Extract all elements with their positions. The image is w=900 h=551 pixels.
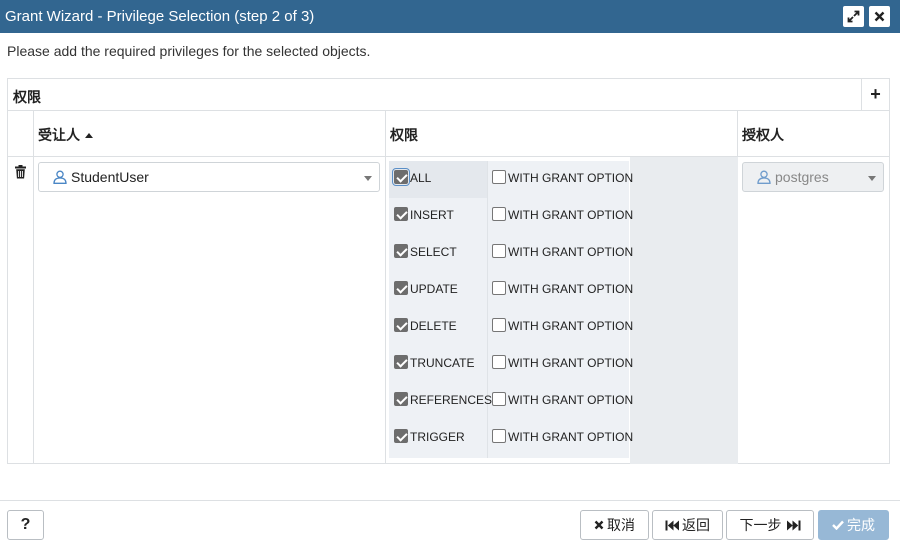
x-icon: [594, 520, 604, 530]
grant-option-label: WITH GRANT OPTION: [508, 430, 634, 444]
chevron-down-icon: [868, 176, 876, 181]
chevron-down-icon: [364, 176, 372, 181]
backward-icon: [665, 520, 679, 530]
trash-icon[interactable]: [14, 165, 27, 179]
grant-option-checkbox-trigger[interactable]: [492, 429, 506, 443]
grant-option-label: WITH GRANT OPTION: [508, 171, 634, 185]
column-header-grantor[interactable]: 授权人: [738, 111, 889, 157]
grant-option-label: WITH GRANT OPTION: [508, 356, 634, 370]
privilege-checkbox-all[interactable]: [392, 168, 410, 186]
grant-option-label: WITH GRANT OPTION: [508, 319, 634, 333]
grant-option-checkbox-references[interactable]: [492, 392, 506, 406]
forward-icon: [786, 520, 800, 530]
privilege-label: ALL: [410, 171, 432, 185]
next-label: 下一步: [739, 517, 782, 533]
back-label: 返回: [682, 517, 710, 533]
grantor-select: postgres: [742, 162, 884, 192]
cancel-button[interactable]: 取消: [580, 510, 649, 540]
grantee-value: StudentUser: [71, 169, 149, 185]
grant-option-checkbox-all[interactable]: [492, 170, 506, 184]
grant-option-checkbox-truncate[interactable]: [492, 355, 506, 369]
column-header-privileges[interactable]: 权限: [386, 111, 738, 157]
privilege-checkbox-delete[interactable]: [394, 318, 408, 332]
privileges-cell-filler: [630, 157, 738, 464]
privilege-label: INSERT: [410, 208, 454, 222]
user-icon: [757, 170, 771, 184]
privilege-label: TRUNCATE: [410, 356, 475, 370]
grantor-value: postgres: [775, 169, 829, 185]
dialog-title: Grant Wizard - Privilege Selection (step…: [5, 8, 315, 25]
sort-asc-icon: [85, 133, 93, 138]
dialog-titlebar: Grant Wizard - Privilege Selection (step…: [0, 0, 900, 33]
grant-option-checkbox-select[interactable]: [492, 244, 506, 258]
user-icon: [53, 170, 67, 184]
grant-option-checkbox-update[interactable]: [492, 281, 506, 295]
instruction-text: Please add the required privileges for t…: [7, 43, 371, 59]
privilege-label: UPDATE: [410, 282, 458, 296]
privilege-checkbox-select[interactable]: [394, 244, 408, 258]
check-icon: [832, 520, 844, 530]
back-button[interactable]: 返回: [652, 510, 723, 540]
expand-icon: [847, 10, 860, 23]
help-label: ?: [20, 516, 31, 533]
grant-option-label: WITH GRANT OPTION: [508, 393, 634, 407]
expand-button[interactable]: [843, 6, 864, 27]
privilege-checkbox-insert[interactable]: [394, 207, 408, 221]
grant-option-label: WITH GRANT OPTION: [508, 245, 634, 259]
finish-label: 完成: [847, 517, 875, 533]
privilege-column-separator: [487, 161, 488, 458]
footer-divider: [0, 500, 900, 501]
grant-option-checkbox-insert[interactable]: [492, 207, 506, 221]
column-header-delete: [8, 111, 34, 157]
privilege-label: REFERENCES: [410, 393, 493, 407]
close-button[interactable]: [869, 6, 890, 27]
cancel-label: 取消: [607, 517, 635, 533]
grant-option-checkbox-delete[interactable]: [492, 318, 506, 332]
panel-title: 权限: [13, 89, 41, 105]
column-divider: [33, 157, 34, 464]
help-button[interactable]: ?: [7, 510, 44, 540]
grant-option-label: WITH GRANT OPTION: [508, 208, 634, 222]
privilege-checkbox-trigger[interactable]: [394, 429, 408, 443]
grantee-select[interactable]: StudentUser: [38, 162, 380, 192]
close-icon: [874, 11, 885, 22]
column-grantee-label: 受让人: [38, 127, 80, 143]
column-divider: [385, 157, 386, 464]
add-row-button[interactable]: +: [861, 79, 889, 110]
privilege-checkbox-references[interactable]: [394, 392, 408, 406]
column-privileges-label: 权限: [390, 127, 418, 143]
finish-button[interactable]: 完成: [818, 510, 889, 540]
column-grantor-label: 授权人: [742, 127, 784, 143]
panel-header: 权限 +: [8, 79, 889, 111]
privilege-label: SELECT: [410, 245, 457, 259]
grant-option-label: WITH GRANT OPTION: [508, 282, 634, 296]
privilege-label: TRIGGER: [410, 430, 465, 444]
next-button[interactable]: 下一步: [726, 510, 814, 540]
privilege-checkbox-area: [389, 161, 629, 458]
plus-icon: +: [870, 84, 881, 104]
privilege-checkbox-update[interactable]: [394, 281, 408, 295]
privilege-label: DELETE: [410, 319, 457, 333]
column-header-grantee[interactable]: 受让人: [34, 111, 386, 157]
privilege-checkbox-truncate[interactable]: [394, 355, 408, 369]
